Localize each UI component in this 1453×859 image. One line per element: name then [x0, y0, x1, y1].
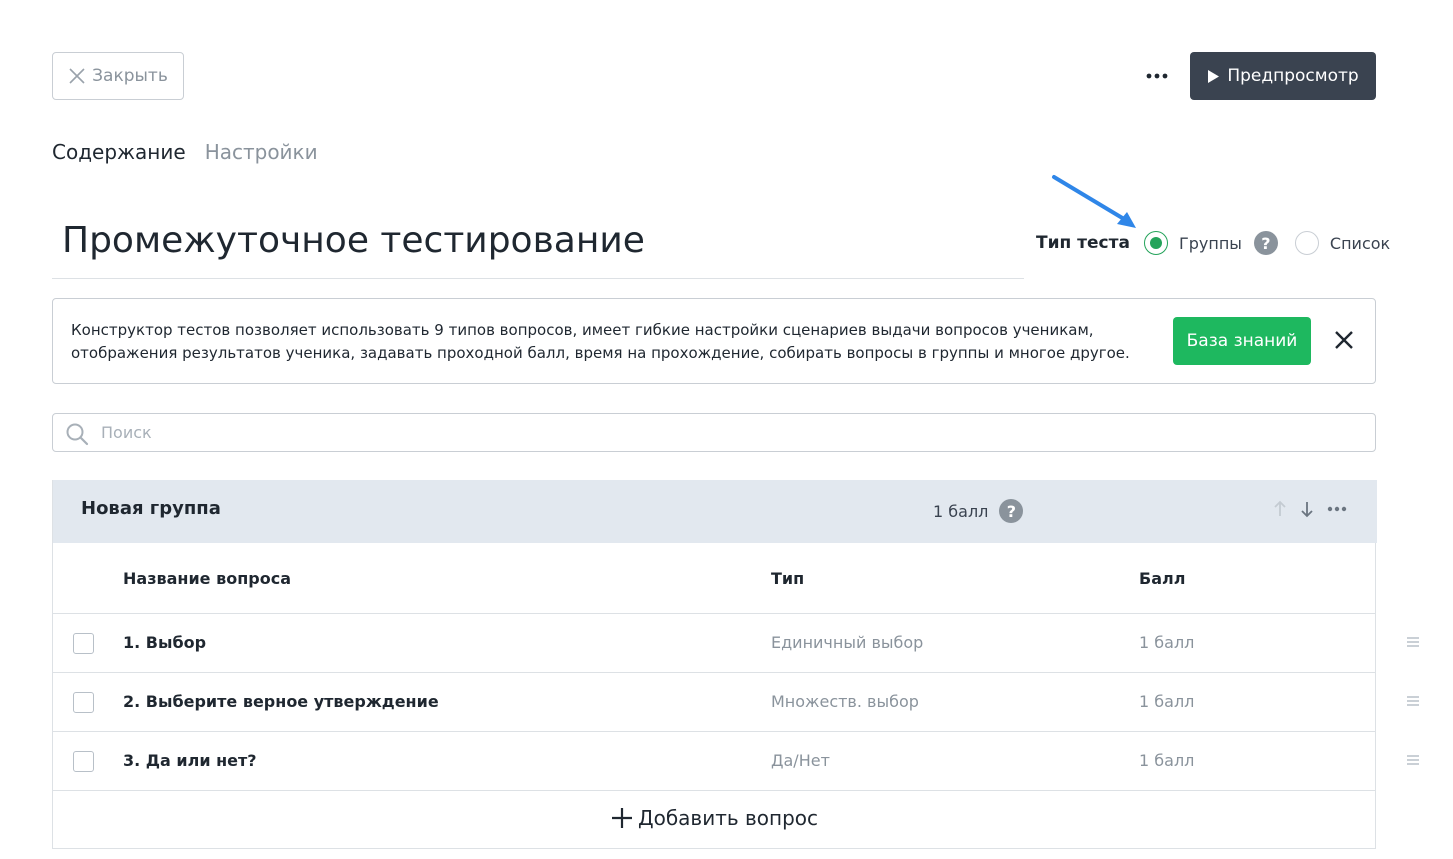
close-button-label: Закрыть	[92, 66, 168, 86]
test-type-selector: Тип теста Группы ? Список	[1036, 228, 1390, 258]
group-actions	[1273, 500, 1347, 518]
more-dots-icon	[1146, 73, 1168, 79]
question-icon[interactable]: ?	[999, 499, 1024, 523]
search-field	[52, 413, 1376, 452]
group-name[interactable]: Новая группа	[81, 498, 221, 519]
preview-button[interactable]: Предпросмотр	[1190, 52, 1376, 100]
radio-list-label[interactable]: Список	[1330, 234, 1390, 253]
question-group: Новая группа 1 балл ? Название вопроса Т…	[52, 480, 1377, 849]
column-score: Балл	[1139, 569, 1186, 588]
question-type: Единичный выбор	[771, 633, 924, 652]
question-name[interactable]: 2. Выберите верное утверждение	[123, 692, 439, 711]
group-header: Новая группа 1 балл ?	[53, 480, 1377, 543]
group-score-value: 1 балл	[933, 501, 989, 521]
table-row: 3. Да или нет? Да/Нет 1 балл	[53, 732, 1375, 791]
row-checkbox[interactable]	[73, 751, 94, 772]
knowledge-base-button[interactable]: База знаний	[1173, 317, 1311, 365]
info-text: Конструктор тестов позволяет использоват…	[71, 321, 1130, 362]
question-score: 1 балл	[1139, 692, 1195, 711]
table-row: 2. Выберите верное утверждение Множеств.…	[53, 673, 1375, 732]
preview-button-label: Предпросмотр	[1227, 66, 1359, 86]
add-question-button[interactable]: Добавить вопрос	[53, 788, 1375, 848]
question-type: Да/Нет	[771, 751, 830, 770]
close-x-icon	[69, 68, 85, 84]
test-title: Промежуточное тестирование	[62, 220, 645, 261]
question-icon[interactable]: ?	[1253, 231, 1278, 255]
search-input[interactable]	[101, 414, 1361, 451]
more-dots-icon[interactable]	[1327, 506, 1347, 512]
close-x-icon[interactable]	[1331, 327, 1357, 353]
tab-settings[interactable]: Настройки	[205, 140, 318, 164]
group-score: 1 балл ?	[933, 499, 1024, 523]
question-score: 1 балл	[1139, 633, 1195, 652]
radio-groups[interactable]	[1143, 231, 1168, 255]
info-banner: Конструктор тестов позволяет использоват…	[52, 298, 1376, 384]
arrow-down-icon[interactable]	[1300, 500, 1314, 518]
column-type: Тип	[771, 569, 805, 588]
table-row: 1. Выбор Единичный выбор 1 балл	[53, 614, 1375, 673]
test-type-label: Тип теста	[1036, 233, 1130, 253]
more-options-button[interactable]	[1140, 60, 1174, 92]
add-question-label: Добавить вопрос	[637, 806, 819, 830]
column-name: Название вопроса	[123, 569, 291, 588]
test-title-field[interactable]: Промежуточное тестирование	[52, 212, 1024, 279]
radio-groups-label[interactable]: Группы	[1179, 234, 1242, 253]
question-type: Множеств. выбор	[771, 692, 919, 711]
drag-handle-icon[interactable]	[1406, 636, 1420, 648]
tab-bar: Содержание Настройки	[52, 140, 318, 164]
drag-handle-icon[interactable]	[1406, 695, 1420, 707]
close-button[interactable]: Закрыть	[52, 52, 184, 100]
tab-content[interactable]: Содержание	[52, 140, 186, 164]
radio-list[interactable]	[1294, 231, 1319, 255]
drag-handle-icon[interactable]	[1406, 754, 1420, 766]
question-name[interactable]: 3. Да или нет?	[123, 751, 257, 770]
search-icon	[66, 423, 89, 446]
arrow-up-icon[interactable]	[1273, 500, 1287, 518]
row-checkbox[interactable]	[73, 633, 94, 654]
play-icon	[1208, 69, 1220, 83]
question-score: 1 балл	[1139, 751, 1195, 770]
table-header: Название вопроса Тип Балл	[53, 543, 1375, 614]
row-checkbox[interactable]	[73, 692, 94, 713]
question-name[interactable]: 1. Выбор	[123, 633, 206, 652]
plus-icon	[611, 808, 632, 828]
